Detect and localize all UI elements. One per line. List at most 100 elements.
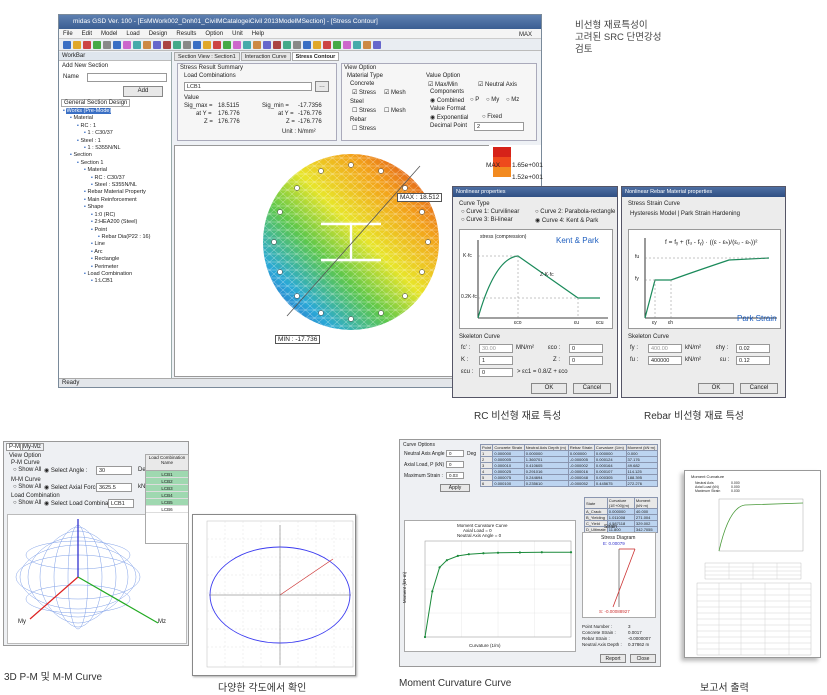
toolbar-icon-29[interactable] bbox=[353, 41, 361, 49]
tree-item[interactable]: ▪ 2:HEA200 (Steel) bbox=[63, 219, 169, 226]
select-axial-radio[interactable]: ◉ Select Axial Force : bbox=[44, 484, 102, 491]
toolbar-icon-26[interactable] bbox=[323, 41, 331, 49]
select-lc-radio[interactable]: ◉ Select Load Combination bbox=[44, 500, 118, 507]
axial-load-input[interactable]: 0 bbox=[446, 461, 464, 468]
tree-item[interactable]: ▪ RC : C30/37 bbox=[63, 175, 169, 182]
name-input[interactable] bbox=[87, 73, 167, 82]
menu-item-option[interactable]: Option bbox=[205, 31, 223, 37]
combined-radio[interactable]: ◉ Combined bbox=[430, 97, 464, 104]
toolbar-icon-6[interactable] bbox=[123, 41, 131, 49]
mc-table-row[interactable]: 5 0.000075 0.244694 -0.000048 0.000305 188.39… bbox=[479, 474, 659, 481]
tab-interaction-curve[interactable]: Interaction Curve bbox=[240, 52, 291, 61]
load-comb-select[interactable]: LCB1 bbox=[184, 82, 312, 91]
curve2-radio[interactable]: ○ Curve 2: Parabola-rectangle bbox=[535, 209, 615, 215]
rebar-cancel-button[interactable]: Cancel bbox=[740, 383, 778, 394]
toolbar-icon-16[interactable] bbox=[223, 41, 231, 49]
lc-row[interactable]: LCB2 bbox=[146, 478, 188, 485]
toolbar-icon-2[interactable] bbox=[83, 41, 91, 49]
tree-item[interactable]: ▪ Rebar Dia(P22 : 16) bbox=[63, 234, 169, 241]
tree-item[interactable]: ▪ 1:LCB1 bbox=[63, 278, 169, 285]
curve4-radio[interactable]: ◉ Curve 4: Kent & Park bbox=[535, 217, 598, 224]
max-min-check[interactable]: ☑ Max/Min bbox=[428, 81, 458, 88]
p-radio[interactable]: ○ P bbox=[470, 97, 479, 103]
toolbar-icon-0[interactable] bbox=[63, 41, 71, 49]
tab-section-view[interactable]: Section View : Section1 bbox=[174, 52, 240, 61]
toolbar-icon-21[interactable] bbox=[273, 41, 281, 49]
state-table-row[interactable]: C_Yield 4.587118 329.002 bbox=[584, 520, 659, 527]
toolbar-icon-18[interactable] bbox=[243, 41, 251, 49]
toolbar-icon-24[interactable] bbox=[303, 41, 311, 49]
tree-item[interactable]: ▪ Section 1 bbox=[63, 160, 169, 167]
tree-item[interactable]: ▪ Material bbox=[63, 115, 169, 122]
tree-item[interactable]: ▪ Shape bbox=[63, 204, 169, 211]
toolbar-icon-11[interactable] bbox=[173, 41, 181, 49]
tree-item[interactable]: ▪ Arc bbox=[63, 249, 169, 256]
rc-ok-button[interactable]: OK bbox=[531, 383, 567, 394]
k-input[interactable]: 1 bbox=[479, 356, 513, 365]
lc-row[interactable]: LCB5 bbox=[146, 499, 188, 506]
exponential-radio[interactable]: ◉ Exponential bbox=[430, 114, 468, 121]
tree-item[interactable]: ▪ Main Reinforcement bbox=[63, 197, 169, 204]
steel-mesh-check[interactable]: ☐ Mesh bbox=[384, 107, 406, 114]
toolbar-icon-3[interactable] bbox=[93, 41, 101, 49]
pm-show-all-radio[interactable]: ○ Show All bbox=[13, 467, 41, 473]
tree-item[interactable]: ▪ Point bbox=[63, 227, 169, 234]
neutral-axis-check[interactable]: ☑ Neutral Axis bbox=[478, 81, 517, 88]
neutral-angle-input[interactable]: 0 bbox=[446, 450, 464, 457]
fu-input[interactable]: 400000 bbox=[648, 356, 682, 365]
curve1-radio[interactable]: ○ Curve 1: Curvilinear bbox=[461, 209, 519, 215]
angle-input[interactable]: 30 bbox=[96, 466, 132, 475]
toolbar-icon-30[interactable] bbox=[363, 41, 371, 49]
toolbar-icon-10[interactable] bbox=[163, 41, 171, 49]
concrete-mesh-check[interactable]: ☑ Mesh bbox=[384, 89, 406, 96]
tab-stress-contour[interactable]: Stress Contour bbox=[291, 52, 340, 61]
toolbar-icon-1[interactable] bbox=[73, 41, 81, 49]
mc-table-row[interactable]: 1 0.000000 0.000000 0.000000 0.000000 0.000 bbox=[479, 450, 659, 457]
toolbar-icon-27[interactable] bbox=[333, 41, 341, 49]
concrete-stress-check[interactable]: ☑ Stress bbox=[352, 89, 376, 96]
state-table-row[interactable]: B_Yielding 1.011008 271.004 bbox=[584, 514, 659, 521]
lc-row[interactable]: LCB1 bbox=[146, 471, 188, 478]
fc-input[interactable]: 30.00 bbox=[479, 344, 513, 353]
mz-radio[interactable]: ○ Mz bbox=[506, 97, 519, 103]
general-section-tab[interactable]: General Section Design bbox=[61, 99, 131, 107]
curve3-radio[interactable]: ○ Curve 3: Bi-linear bbox=[461, 217, 513, 223]
lc-select[interactable]: LCB1 bbox=[108, 499, 134, 508]
toolbar-icon-19[interactable] bbox=[253, 41, 261, 49]
menu-item-design[interactable]: Design bbox=[149, 31, 168, 37]
toolbar-icon-22[interactable] bbox=[283, 41, 291, 49]
mm-show-all-radio[interactable]: ○ Show All bbox=[13, 484, 41, 490]
toolbar-icon-20[interactable] bbox=[263, 41, 271, 49]
menu-item-help[interactable]: Help bbox=[252, 31, 264, 37]
menu-item-results[interactable]: Results bbox=[176, 31, 196, 37]
toolbar-icon-14[interactable] bbox=[203, 41, 211, 49]
toolbar-icon-25[interactable] bbox=[313, 41, 321, 49]
tree-item[interactable]: ▪ Perimeter bbox=[63, 264, 169, 271]
fy-input[interactable]: 400.00 bbox=[648, 344, 682, 353]
steel-stress-check[interactable]: ☐ Stress bbox=[352, 107, 376, 114]
toolbar-icon-12[interactable] bbox=[183, 41, 191, 49]
mc-table-row[interactable]: 4 0.000025 0.291016 -0.000016 0.000107 114.12… bbox=[479, 468, 659, 475]
mc-table-row[interactable]: 6 0.000100 0.235610 -0.000052 0.445675 272.27… bbox=[479, 480, 659, 487]
lc-row[interactable]: LCB6 bbox=[146, 506, 188, 513]
toolbar-icon-31[interactable] bbox=[373, 41, 381, 49]
rebar-ok-button[interactable]: OK bbox=[698, 383, 734, 394]
tree-item[interactable]: ▪ Steel : 1 bbox=[63, 138, 169, 145]
select-angle-radio[interactable]: ◉ Select Angle : bbox=[44, 467, 88, 474]
decimal-point-input[interactable]: 2 bbox=[474, 122, 524, 131]
toolbar-icon-15[interactable] bbox=[213, 41, 221, 49]
apply-button[interactable]: Apply bbox=[440, 484, 470, 492]
lc-row[interactable]: LCB4 bbox=[146, 492, 188, 499]
report-button[interactable]: Report bbox=[600, 654, 626, 663]
close-button[interactable]: Close bbox=[630, 654, 656, 663]
toolbar-icon-5[interactable] bbox=[113, 41, 121, 49]
tree-item[interactable]: ▪ Works (Pre-Mode) bbox=[63, 108, 169, 115]
tree-item[interactable]: ▪ Line bbox=[63, 241, 169, 248]
tree-item[interactable]: ▪ 1 : S355N/NL bbox=[63, 145, 169, 152]
fixed-radio[interactable]: ○ Fixed bbox=[482, 114, 502, 120]
add-button[interactable]: Add bbox=[123, 86, 163, 97]
toolbar-icon-4[interactable] bbox=[103, 41, 111, 49]
tree-item[interactable]: ▪ Rectangle bbox=[63, 256, 169, 263]
toolbar-icon-28[interactable] bbox=[343, 41, 351, 49]
eu-input[interactable]: 0.12 bbox=[736, 356, 770, 365]
